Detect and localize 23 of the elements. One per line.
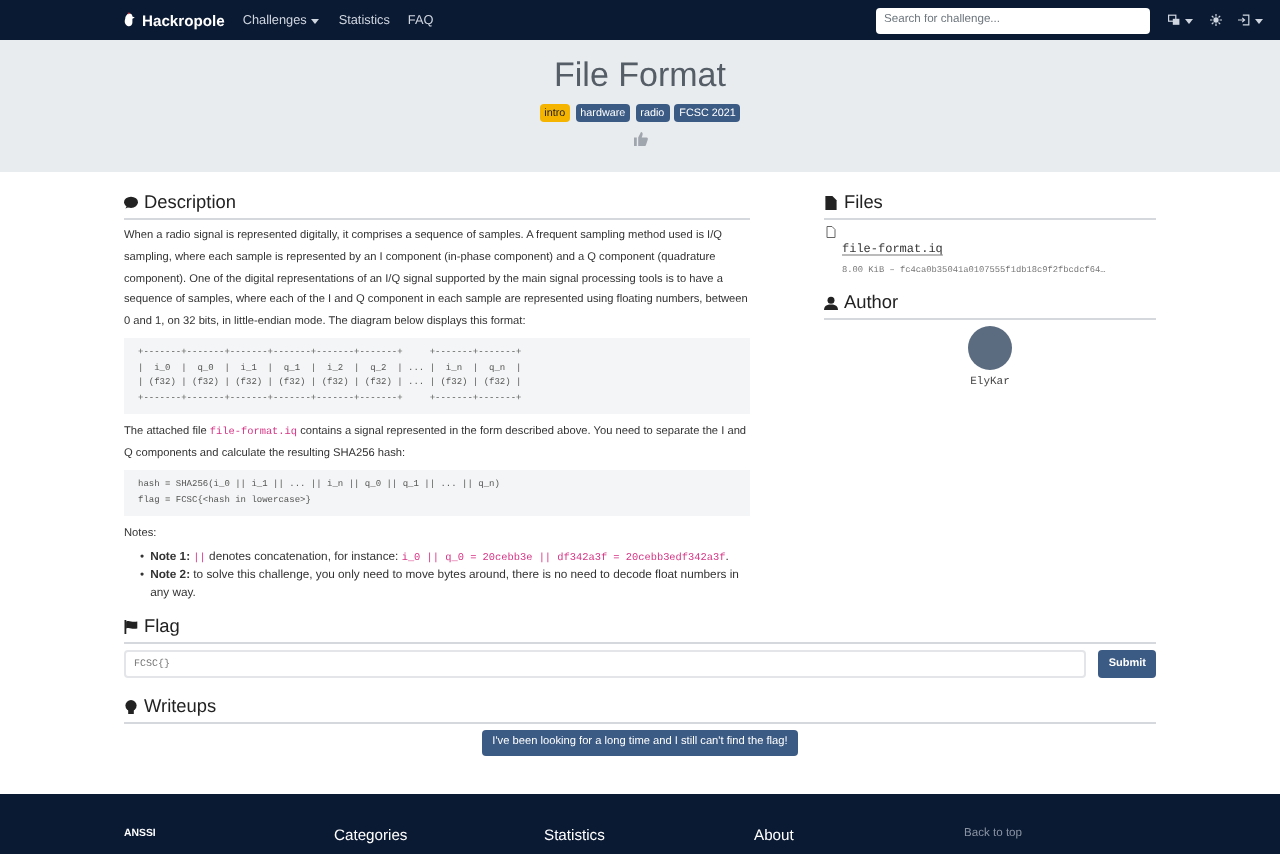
section-heading: Author — [824, 292, 1156, 320]
lightbulb-icon — [124, 699, 138, 714]
login-icon — [1238, 14, 1250, 26]
avatar-image[interactable] — [968, 326, 1012, 370]
user-icon — [824, 296, 838, 310]
section-heading: Flag — [124, 615, 1156, 644]
language-menu[interactable] — [1168, 14, 1194, 26]
file-icon — [824, 196, 838, 210]
caret-icon — [1184, 15, 1194, 25]
challenge-title: File Format — [552, 56, 728, 96]
flag-icon — [124, 619, 138, 634]
caret-icon — [1254, 15, 1264, 25]
theme-toggle[interactable] — [1210, 14, 1222, 26]
section-heading: Description — [124, 192, 750, 220]
login-menu[interactable] — [1238, 14, 1264, 26]
section-heading: Files — [824, 192, 1156, 220]
language-icon — [1168, 14, 1180, 26]
section-heading: Writeups — [124, 695, 1156, 724]
file-icon — [826, 226, 836, 238]
speech-bubble-icon — [124, 196, 138, 210]
thumbs-up-icon[interactable] — [633, 132, 647, 146]
rooster-icon — [124, 12, 136, 28]
sun-icon — [1210, 14, 1222, 26]
